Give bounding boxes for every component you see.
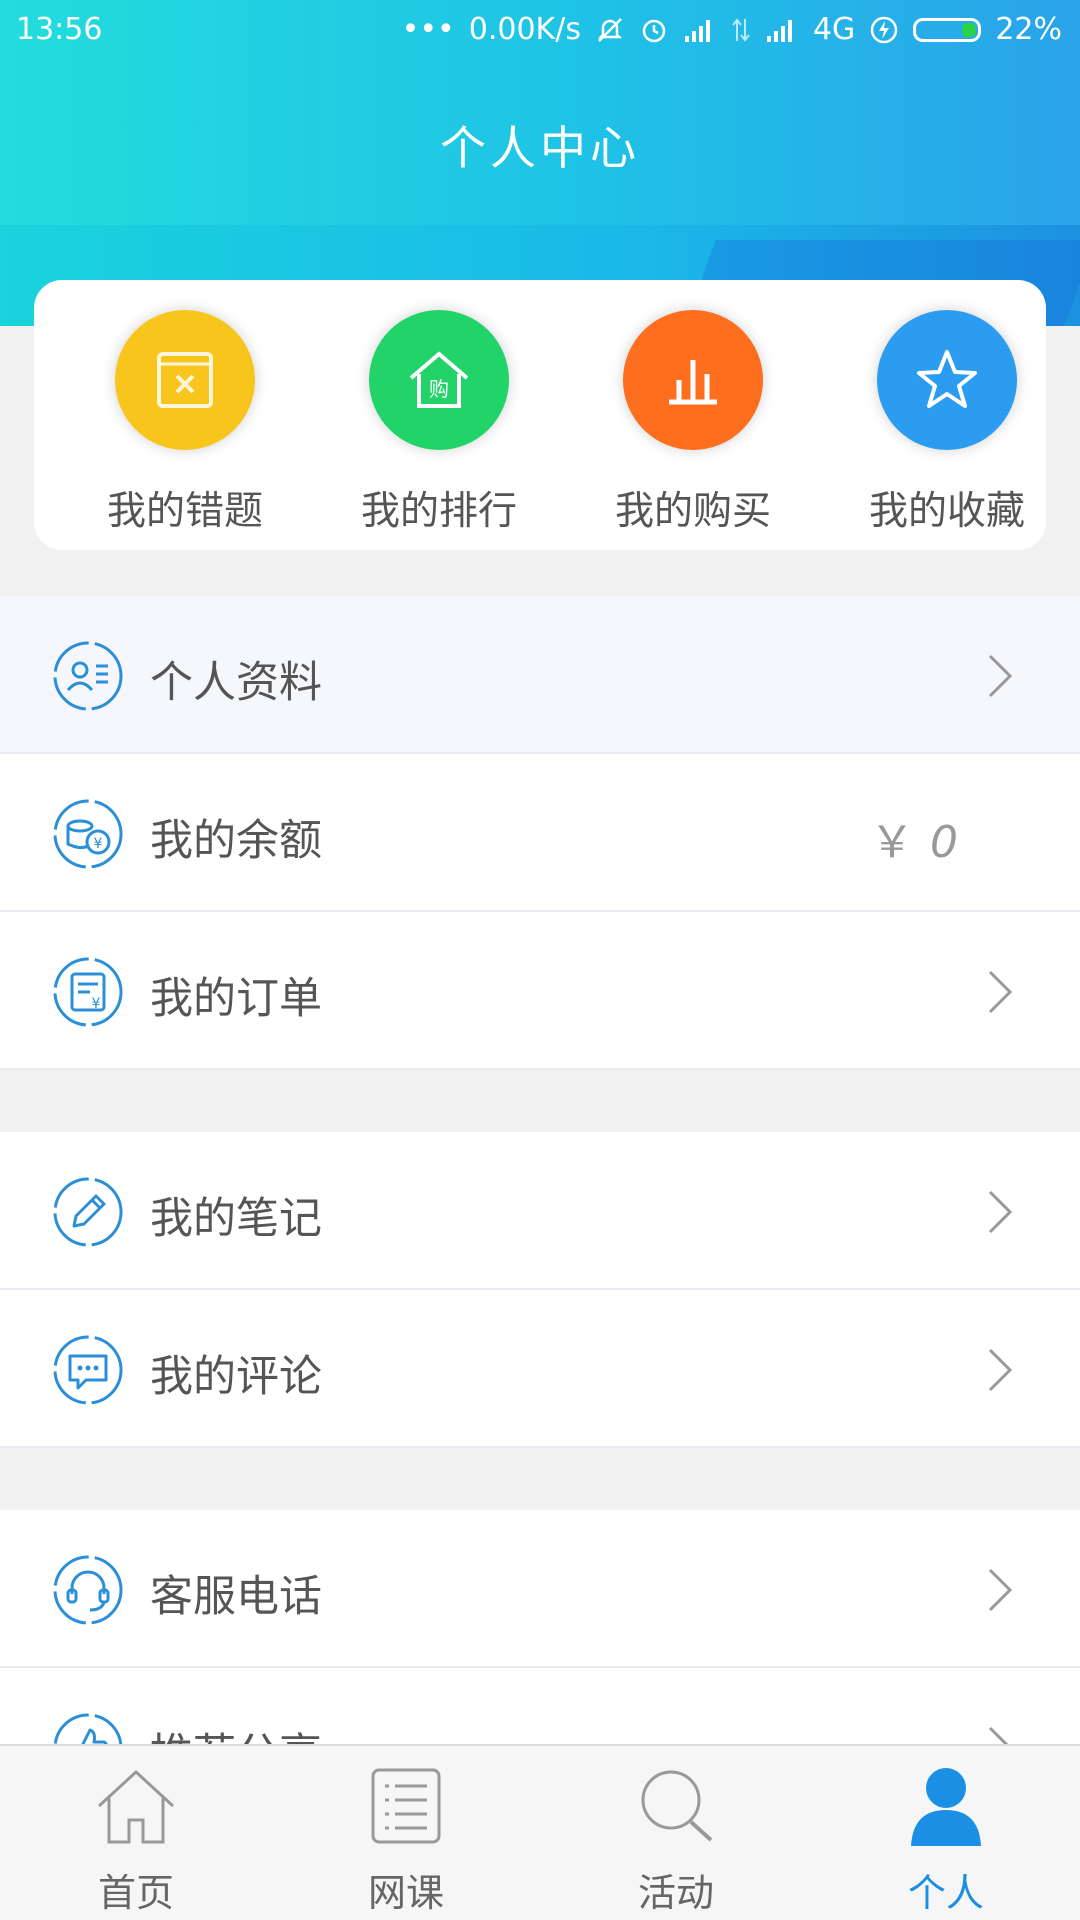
chevron-right-icon <box>988 1190 1013 1234</box>
tab-label: 网课 <box>367 1871 444 1915</box>
svg-text:¥: ¥ <box>92 996 101 1012</box>
menu-item-customer-service[interactable]: 客服电话 <box>0 1510 1080 1668</box>
header: 13:56 ••• 0.00K/s 4G 22% 个人中心 <box>0 0 1080 326</box>
menu-group-account: 个人资料 ¥ 我的余额 ￥ 0 ¥ 我的订单 <box>0 596 1080 1070</box>
currency-symbol: ￥ <box>870 817 914 868</box>
tab-home[interactable]: 首页 <box>36 1766 236 1917</box>
menu-label: 我的订单 <box>150 974 322 1024</box>
quick-action-label: 我的排行 <box>360 489 517 534</box>
headset-icon <box>53 1555 123 1625</box>
menu-label: 个人资料 <box>150 658 322 708</box>
tab-personal[interactable]: 个人 <box>846 1766 1046 1917</box>
tab-label: 活动 <box>637 1871 714 1915</box>
signal-icon-2 <box>766 19 792 42</box>
signal-icon <box>684 19 710 42</box>
quick-action-label: 我的购买 <box>614 489 771 534</box>
search-icon <box>641 1770 713 1842</box>
chevron-right-icon <box>988 654 1013 698</box>
menu-label: 客服电话 <box>150 1572 322 1622</box>
chevron-right-icon <box>988 1568 1013 1612</box>
quick-actions-card: 我的错题 购 我的排行 我的购买 我的收藏 <box>34 280 1046 550</box>
quick-action-wrong-questions[interactable]: 我的错题 <box>85 310 285 536</box>
comment-bubble-icon <box>53 1335 123 1405</box>
battery-icon <box>913 17 982 42</box>
network-type: 4G <box>812 12 856 47</box>
page-title: 个人中心 <box>440 121 640 175</box>
balance-coins-icon: ¥ <box>53 799 123 869</box>
more-dots: ••• <box>401 12 455 47</box>
chevron-right-icon <box>988 1348 1013 1392</box>
tab-courses[interactable]: 网课 <box>306 1766 506 1917</box>
svg-text:购: 购 <box>429 377 449 401</box>
tab-label: 首页 <box>97 1871 174 1915</box>
menu-item-orders[interactable]: ¥ 我的订单 <box>0 912 1080 1070</box>
tab-activities[interactable]: 活动 <box>576 1766 776 1917</box>
svg-text:¥: ¥ <box>94 836 103 852</box>
home-icon <box>97 1769 175 1844</box>
balance-value: ￥ 0 <box>870 806 958 870</box>
quick-action-purchase[interactable]: 我的购买 <box>593 310 793 536</box>
menu-label: 我的笔记 <box>150 1194 322 1244</box>
profile-card-icon <box>53 641 123 711</box>
alarm-icon <box>642 19 666 42</box>
mute-icon <box>597 17 622 42</box>
quick-action-ranking[interactable]: 购 我的排行 <box>339 310 539 536</box>
star-icon <box>877 310 1017 450</box>
status-time: 13:56 <box>16 12 103 47</box>
quick-action-favorites[interactable]: 我的收藏 <box>847 310 1047 536</box>
quick-action-label: 我的收藏 <box>868 489 1025 534</box>
network-speed: 0.00K/s <box>468 12 581 47</box>
menu-item-comments[interactable]: 我的评论 <box>0 1290 1080 1448</box>
list-icon <box>371 1768 441 1844</box>
wrong-questions-icon <box>115 310 255 450</box>
quick-action-label: 我的错题 <box>106 489 263 534</box>
data-arrows-icon <box>732 17 750 42</box>
purchase-chart-icon <box>623 310 763 450</box>
menu-item-profile[interactable]: 个人资料 <box>0 596 1080 754</box>
menu-label: 我的评论 <box>150 1352 322 1402</box>
chevron-right-icon <box>988 970 1013 1014</box>
status-right: ••• 0.00K/s 4G 22% <box>402 12 1062 47</box>
status-bar: 13:56 ••• 0.00K/s 4G 22% <box>0 0 1080 60</box>
balance-amount: 0 <box>930 817 958 868</box>
menu-label: 我的余额 <box>150 816 322 866</box>
pencil-icon <box>53 1177 123 1247</box>
tab-label: 个人 <box>907 1871 984 1915</box>
menu-item-balance[interactable]: ¥ 我的余额 ￥ 0 <box>0 754 1080 912</box>
bottom-tab-bar: 首页 网课 活动 个人 <box>0 1744 1080 1920</box>
ranking-icon: 购 <box>369 310 509 450</box>
charging-icon <box>871 16 898 43</box>
battery-percent: 22% <box>995 12 1062 47</box>
person-icon <box>911 1768 981 1846</box>
order-receipt-icon: ¥ <box>53 957 123 1027</box>
menu-item-notes[interactable]: 我的笔记 <box>0 1132 1080 1290</box>
menu-group-content: 我的笔记 我的评论 <box>0 1132 1080 1448</box>
